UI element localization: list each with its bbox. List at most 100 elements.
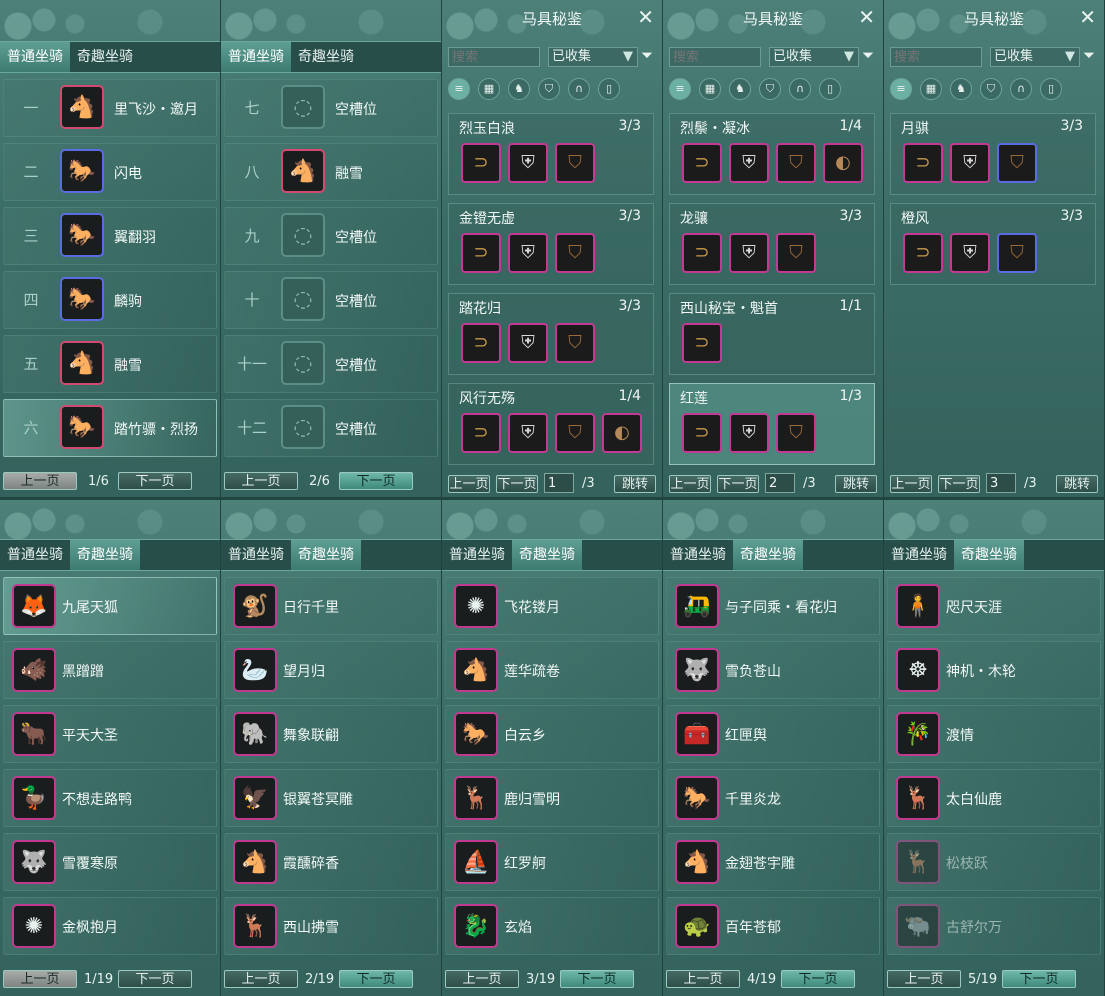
mount-list-item[interactable]: 🐂 平天大圣 [3, 705, 217, 763]
mount-list-item[interactable]: 🐎 千里炎龙 [666, 769, 880, 827]
grid-category-icon[interactable]: ▦ [478, 78, 500, 100]
mount-list-item[interactable]: 🦌 松枝跃 [887, 833, 1101, 891]
head-gear-icon[interactable]: ♞ [950, 78, 972, 100]
grid-category-icon[interactable]: ▦ [699, 78, 721, 100]
tab-normal-mounts[interactable]: 普通坐骑 [884, 540, 954, 570]
mount-slot[interactable]: 八 🐴 融雪 [224, 143, 438, 201]
leg-armor-icon[interactable]: ▯ [598, 78, 620, 100]
mount-slot[interactable]: 三 🐎 翼翻羽 [3, 207, 217, 265]
gear-piece-icon[interactable]: ⛨ [729, 413, 769, 453]
mount-slot[interactable]: 十二 ◌ 空槽位 [224, 399, 438, 457]
tab-fun-mounts[interactable]: 奇趣坐骑 [291, 42, 361, 72]
mount-list-item[interactable]: 🐺 雪负苍山 [666, 641, 880, 699]
prev-page-button[interactable]: 上一页 [3, 472, 77, 490]
prev-page-button[interactable]: 上一页 [224, 970, 298, 988]
mount-list-item[interactable]: 🐢 百年苍郁 [666, 897, 880, 955]
gear-set-card[interactable]: 龙骧 3/3 ⊃ ⛨ ⛉ [669, 203, 875, 285]
mount-list-item[interactable]: 🐗 黑蹭蹭 [3, 641, 217, 699]
all-category-icon[interactable]: ≡ [448, 78, 470, 100]
page-number-input[interactable] [986, 473, 1016, 493]
mount-list-item[interactable]: 🐴 莲华疏卷 [445, 641, 659, 699]
mount-list-item[interactable]: 🐺 雪覆寒原 [3, 833, 217, 891]
gear-piece-icon[interactable]: ⊃ [682, 143, 722, 183]
gear-set-card[interactable]: 风行无殇 1/4 ⊃ ⛨ ⛉ ◐ [448, 383, 654, 465]
prev-page-button[interactable]: 上一页 [445, 970, 519, 988]
gear-piece-icon[interactable]: ⛉ [776, 233, 816, 273]
next-page-button[interactable]: 下一页 [496, 475, 538, 493]
gear-piece-icon[interactable]: ◐ [823, 143, 863, 183]
gear-piece-icon[interactable]: ⊃ [682, 413, 722, 453]
gear-piece-icon[interactable]: ⊃ [461, 323, 501, 363]
tab-fun-mounts[interactable]: 奇趣坐骑 [512, 540, 582, 570]
tab-normal-mounts[interactable]: 普通坐骑 [663, 540, 733, 570]
filter-funnel-icon[interactable]: ⏷ [862, 46, 874, 64]
jump-button[interactable]: 跳转 [835, 475, 877, 493]
mount-list-item[interactable]: 🦅 银翼苍冥雕 [224, 769, 438, 827]
next-page-button[interactable]: 下一页 [717, 475, 759, 493]
tab-normal-mounts[interactable]: 普通坐骑 [221, 540, 291, 570]
gear-set-card[interactable]: 踏花归 3/3 ⊃ ⛨ ⛉ [448, 293, 654, 375]
mount-slot[interactable]: 五 🐴 融雪 [3, 335, 217, 393]
mount-list-item[interactable]: 🐘 舞象联翩 [224, 705, 438, 763]
prev-page-button[interactable]: 上一页 [887, 970, 961, 988]
mount-list-item[interactable]: 🐎 白云乡 [445, 705, 659, 763]
saddle-category-icon[interactable]: ⛉ [980, 78, 1002, 100]
all-category-icon[interactable]: ≡ [890, 78, 912, 100]
mount-list-item[interactable]: 🦆 不想走路鸭 [3, 769, 217, 827]
mount-list-item[interactable]: 🦌 鹿归雪明 [445, 769, 659, 827]
gear-set-card[interactable]: 橙风 3/3 ⊃ ⛨ ⛉ [890, 203, 1096, 285]
filter-funnel-icon[interactable]: ⏷ [641, 46, 653, 64]
gear-piece-icon[interactable]: ⊃ [903, 143, 943, 183]
gear-set-card[interactable]: 西山秘宝・魁首 1/1 ⊃ [669, 293, 875, 375]
tab-fun-mounts[interactable]: 奇趣坐骑 [954, 540, 1024, 570]
mount-list-item[interactable]: 🐉 玄焰 [445, 897, 659, 955]
gear-piece-icon[interactable]: ⛉ [776, 413, 816, 453]
tab-normal-mounts[interactable]: 普通坐骑 [221, 42, 291, 72]
gear-piece-icon[interactable]: ⛨ [950, 143, 990, 183]
mount-list-item[interactable]: 🦌 西山拂雪 [224, 897, 438, 955]
gear-set-card[interactable]: 烈鬃・凝冰 1/4 ⊃ ⛨ ⛉ ◐ [669, 113, 875, 195]
tab-normal-mounts[interactable]: 普通坐骑 [0, 540, 70, 570]
gear-piece-icon[interactable]: ◐ [602, 413, 642, 453]
next-page-button[interactable]: 下一页 [118, 472, 192, 490]
mount-list-item[interactable]: 🐃 古舒尔万 [887, 897, 1101, 955]
prev-page-button[interactable]: 上一页 [224, 472, 298, 490]
stirrup-category-icon[interactable]: ∩ [568, 78, 590, 100]
filter-funnel-icon[interactable]: ⏷ [1083, 46, 1095, 64]
all-category-icon[interactable]: ≡ [669, 78, 691, 100]
mount-slot[interactable]: 六 🐎 踏竹骠・烈扬 [3, 399, 217, 457]
gear-piece-icon[interactable]: ⛨ [950, 233, 990, 273]
mount-list-item[interactable]: 🦊 九尾天狐 [3, 577, 217, 635]
close-icon[interactable]: ✕ [858, 5, 875, 29]
mount-list-item[interactable]: 🦢 望月归 [224, 641, 438, 699]
tab-fun-mounts[interactable]: 奇趣坐骑 [291, 540, 361, 570]
gear-piece-icon[interactable]: ⛉ [555, 143, 595, 183]
tab-fun-mounts[interactable]: 奇趣坐骑 [733, 540, 803, 570]
collected-filter-dropdown[interactable]: 已收集 ▼ [990, 47, 1080, 67]
collected-filter-dropdown[interactable]: 已收集 ▼ [769, 47, 859, 67]
mount-list-item[interactable]: 🦌 太白仙鹿 [887, 769, 1101, 827]
mount-list-item[interactable]: ⛵ 红罗舸 [445, 833, 659, 891]
gear-piece-icon[interactable]: ⛉ [555, 233, 595, 273]
next-page-button[interactable]: 下一页 [339, 472, 413, 490]
gear-set-card[interactable]: 金镫无虚 3/3 ⊃ ⛨ ⛉ [448, 203, 654, 285]
stirrup-category-icon[interactable]: ∩ [1010, 78, 1032, 100]
mount-slot[interactable]: 二 🐎 闪电 [3, 143, 217, 201]
next-page-button[interactable]: 下一页 [781, 970, 855, 988]
gear-piece-icon[interactable]: ⛉ [555, 323, 595, 363]
gear-set-card[interactable]: 烈玉白浪 3/3 ⊃ ⛨ ⛉ [448, 113, 654, 195]
mount-slot[interactable]: 七 ◌ 空槽位 [224, 79, 438, 137]
search-input[interactable] [890, 47, 982, 67]
gear-piece-icon[interactable]: ⛨ [508, 233, 548, 273]
gear-piece-icon[interactable]: ⛨ [508, 413, 548, 453]
tab-fun-mounts[interactable]: 奇趣坐骑 [70, 42, 140, 72]
gear-set-card[interactable]: 月骐 3/3 ⊃ ⛨ ⛉ [890, 113, 1096, 195]
saddle-category-icon[interactable]: ⛉ [759, 78, 781, 100]
mount-list-item[interactable]: 🧰 红匣舆 [666, 705, 880, 763]
mount-list-item[interactable]: 🛺 与子同乘・看花归 [666, 577, 880, 635]
mount-list-item[interactable]: 🎋 渡情 [887, 705, 1101, 763]
gear-piece-icon[interactable]: ⛉ [997, 143, 1037, 183]
gear-piece-icon[interactable]: ⊃ [461, 233, 501, 273]
jump-button[interactable]: 跳转 [1056, 475, 1098, 493]
tab-normal-mounts[interactable]: 普通坐骑 [0, 42, 70, 72]
